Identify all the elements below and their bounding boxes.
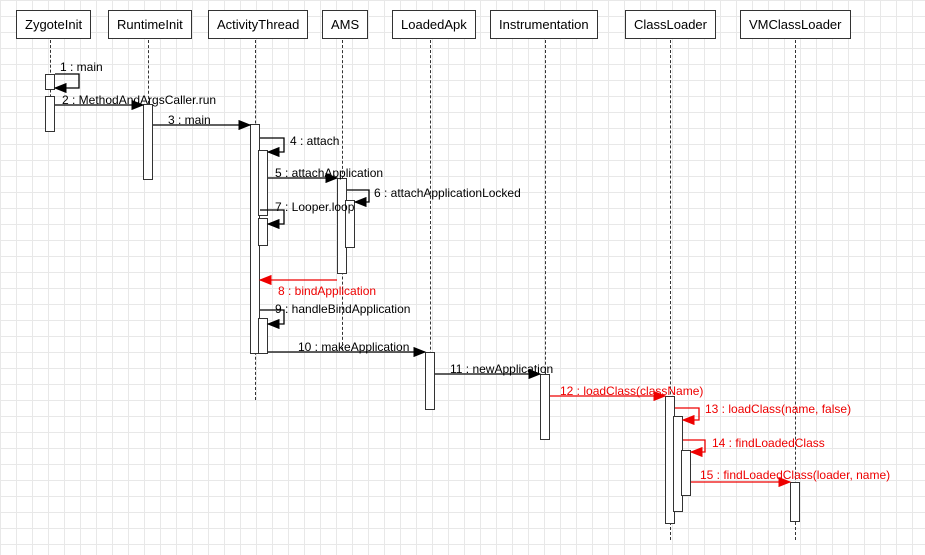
activation-loadedapk xyxy=(425,352,435,410)
activation-vmclassloader xyxy=(790,482,800,522)
participant-ams: AMS xyxy=(322,10,368,39)
msg-6: 6 : attachApplicationLocked xyxy=(374,186,521,200)
activation-classloader-3 xyxy=(681,450,691,496)
activation-zygote-2 xyxy=(45,96,55,132)
msg-13: 13 : loadClass(name, false) xyxy=(705,402,851,416)
activation-activity-bind xyxy=(258,318,268,354)
msg-15: 15 : findLoadedClass(loader, name) xyxy=(700,468,890,482)
participant-runtime: RuntimeInit xyxy=(108,10,192,39)
activation-activity-loop xyxy=(258,218,268,246)
activation-zygote-1 xyxy=(45,74,55,90)
msg-9: 9 : handleBindApplication xyxy=(275,302,410,316)
msg-7: 7 : Looper.loop xyxy=(275,200,354,214)
msg-10: 10 : makeApplication xyxy=(298,340,409,354)
msg-8: 8 : bindApplication xyxy=(278,284,376,298)
msg-5: 5 : attachApplication xyxy=(275,166,383,180)
participant-zygote: ZygoteInit xyxy=(16,10,91,39)
participant-vmclassloader: VMClassLoader xyxy=(740,10,851,39)
activation-instrumentation xyxy=(540,374,550,440)
participant-activity: ActivityThread xyxy=(208,10,308,39)
msg-4: 4 : attach xyxy=(290,134,339,148)
msg-14: 14 : findLoadedClass xyxy=(712,436,825,450)
participant-classloader: ClassLoader xyxy=(625,10,716,39)
msg-2: 2 : MethodAndArgsCaller.run xyxy=(62,93,216,107)
msg-12: 12 : loadClass(className) xyxy=(560,384,703,398)
participant-instrumentation: Instrumentation xyxy=(490,10,598,39)
participant-loadedapk: LoadedApk xyxy=(392,10,476,39)
msg-11: 11 : newApplication xyxy=(450,362,553,376)
msg-3: 3 : main xyxy=(168,113,211,127)
activation-runtime xyxy=(143,104,153,180)
activation-activity-attach xyxy=(258,150,268,216)
lifeline-vmclassloader xyxy=(795,40,796,540)
msg-1: 1 : main xyxy=(60,60,103,74)
